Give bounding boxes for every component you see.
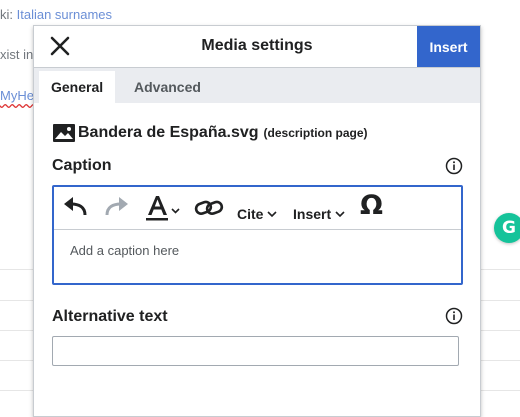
link-button[interactable] xyxy=(194,187,224,229)
grammarly-button[interactable]: G xyxy=(494,213,520,243)
italian-surnames-link[interactable]: Italian surnames xyxy=(17,7,112,22)
chevron-down-icon xyxy=(267,211,278,218)
tab-advanced[interactable]: Advanced xyxy=(122,71,213,103)
redo-button[interactable] xyxy=(103,187,129,229)
dialog-title: Media settings xyxy=(201,37,313,54)
file-name: Bandera de España.svg xyxy=(78,124,259,141)
media-settings-dialog: Media settings Insert General Advanced B… xyxy=(33,25,481,417)
myhe-link[interactable]: MyHe xyxy=(0,88,34,103)
grammarly-letter: G xyxy=(502,218,516,238)
text-style-icon xyxy=(146,196,180,221)
redo-icon xyxy=(105,197,128,216)
background-line-2: xist in xyxy=(0,47,34,62)
insert-menu-label: Insert xyxy=(293,206,332,222)
omega-icon: Ω xyxy=(360,189,383,221)
description-page-link[interactable]: (description page) xyxy=(264,126,368,140)
tab-general[interactable]: General xyxy=(39,71,116,103)
link-icon xyxy=(194,200,224,215)
text-style-dropdown[interactable] xyxy=(145,187,183,229)
special-character-button[interactable]: Ω xyxy=(360,184,383,226)
alternative-text-input[interactable] xyxy=(52,336,459,366)
caption-toolbar: Cite Insert Ω xyxy=(54,187,461,230)
cite-label: Cite xyxy=(237,206,264,222)
caption-editor: Cite Insert Ω Add a caption here xyxy=(52,185,463,285)
alt-text-info-icon[interactable] xyxy=(445,307,463,325)
undo-button[interactable] xyxy=(63,187,89,229)
caption-info-icon[interactable] xyxy=(445,157,463,175)
dialog-header: Media settings Insert xyxy=(34,26,480,68)
background-divider xyxy=(478,330,520,331)
background-prefix: ki: xyxy=(0,7,17,22)
image-icon xyxy=(53,124,75,142)
caption-label: Caption xyxy=(52,157,112,174)
file-info: Bandera de España.svg (description page) xyxy=(53,124,368,142)
insert-dropdown[interactable]: Insert xyxy=(293,193,346,235)
caption-input[interactable]: Add a caption here xyxy=(54,230,461,283)
cite-dropdown[interactable]: Cite xyxy=(237,193,278,235)
background-divider xyxy=(478,390,520,391)
tab-bar: General Advanced xyxy=(34,68,480,103)
chevron-down-icon xyxy=(335,211,345,218)
undo-icon xyxy=(64,197,87,216)
background-divider xyxy=(478,360,520,361)
alternative-text-label: Alternative text xyxy=(52,308,168,325)
background-divider xyxy=(478,269,520,270)
caption-placeholder: Add a caption here xyxy=(70,243,180,258)
background-line-1: ki: Italian surnames xyxy=(0,7,112,22)
insert-button[interactable]: Insert xyxy=(417,26,480,67)
background-divider xyxy=(478,300,520,301)
